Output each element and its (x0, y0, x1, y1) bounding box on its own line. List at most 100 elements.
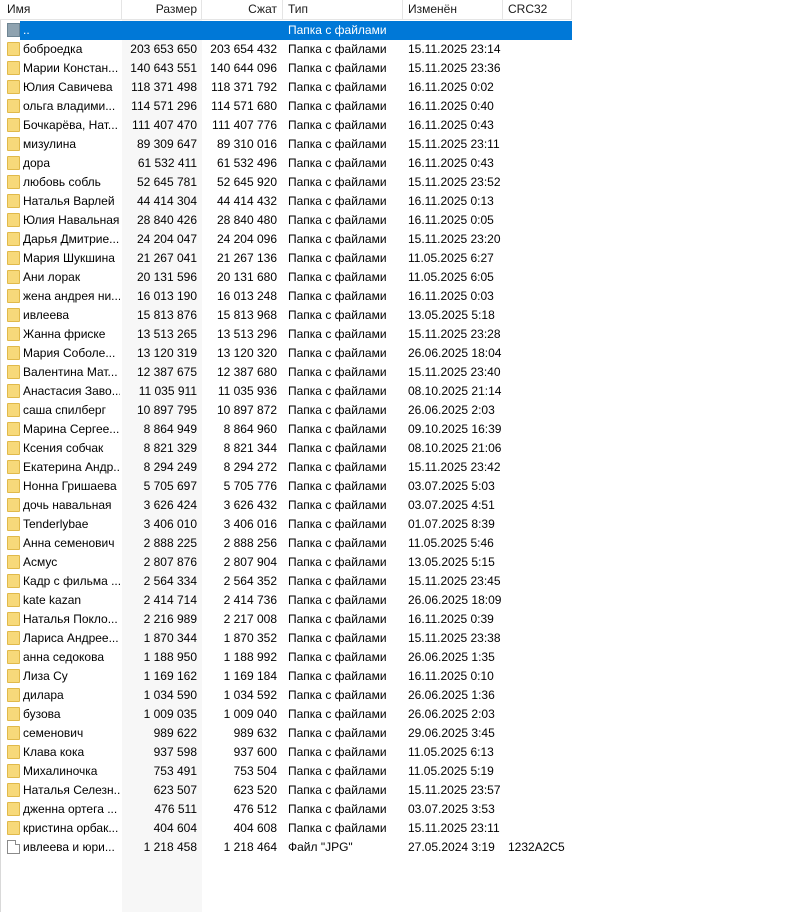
file-row[interactable]: Анна семенович 2 888 225 2 888 256 Папка с … (0, 534, 791, 553)
file-compressed-size: 1 034 592 (223, 688, 277, 702)
file-row[interactable]: любовь собль 52 645 781 52 645 920 Папка с … (0, 173, 791, 192)
file-row[interactable]: Наталья Покло... 2 216 989 2 217 008 Папка … (0, 610, 791, 629)
folder-icon (7, 802, 20, 816)
file-row[interactable]: Марина Сергее... 8 864 949 8 864 960 Папка … (0, 420, 791, 439)
folder-icon (7, 821, 20, 835)
file-modified: 16.11.2025 0:43 (408, 156, 494, 170)
file-row[interactable]: Юлия Навальная 28 840 426 28 840 480 Папка … (0, 211, 791, 230)
file-type: Папка с файлами (288, 118, 387, 132)
file-type: Папка с файлами (288, 498, 387, 512)
file-modified: 15.11.2025 23:20 (408, 232, 501, 246)
file-row[interactable]: Кадр с фильма ... 2 564 334 2 564 352 Папка… (0, 572, 791, 591)
file-row[interactable]: дженна ортега ... 476 511 476 512 Папка с ф… (0, 800, 791, 819)
file-compressed-size: 89 310 016 (216, 137, 277, 151)
column-divider[interactable] (502, 0, 503, 19)
file-modified: 26.06.2025 2:03 (408, 707, 495, 721)
file-size: 13 513 265 (136, 327, 197, 341)
file-name: Жанна фриске (23, 327, 106, 341)
file-row[interactable]: боброедка 203 653 650 203 654 432 Папка с ф… (0, 40, 791, 59)
file-crc (508, 97, 572, 116)
file-row[interactable]: Лиза Су 1 169 162 1 169 184 Папка с файлами… (0, 667, 791, 686)
file-row[interactable]: Мария Шукшина 21 267 041 21 267 136 Папка с… (0, 249, 791, 268)
parent-folder-row[interactable]: .. Папка с файлами (0, 21, 791, 40)
file-row[interactable]: бузова 1 009 035 1 009 040 Папка с файлами 2… (0, 705, 791, 724)
file-type: Папка с файлами (288, 631, 387, 645)
file-row[interactable]: Наталья Варлей 44 414 304 44 414 432 Папка … (0, 192, 791, 211)
file-row[interactable]: Анастасия Заво... 11 035 911 11 035 936 Пап… (0, 382, 791, 401)
file-row[interactable]: Клава кока 937 598 937 600 Папка с файлами 1… (0, 743, 791, 762)
file-row[interactable]: Марии Констан... 140 643 551 140 644 096 Па… (0, 59, 791, 78)
file-row[interactable]: саша спилберг 10 897 795 10 897 872 Папка с… (0, 401, 791, 420)
column-header-type[interactable]: Тип (288, 0, 400, 19)
file-row[interactable]: ольга владими... 114 571 296 114 571 680 Па… (0, 97, 791, 116)
file-modified: 16.11.2025 0:10 (408, 669, 494, 683)
file-row[interactable]: мизулина 89 309 647 89 310 016 Папка с файл… (0, 135, 791, 154)
file-modified: 26.06.2025 1:36 (408, 688, 495, 702)
file-crc (508, 135, 572, 154)
folder-icon (7, 42, 20, 56)
folder-icon (7, 61, 20, 75)
file-modified: 16.11.2025 0:13 (408, 194, 494, 208)
file-name: Асмус (23, 555, 58, 569)
file-row[interactable]: дора 61 532 411 61 532 496 Папка с файлами 1… (0, 154, 791, 173)
file-name: бузова (23, 707, 61, 721)
file-row[interactable]: Дарья Дмитрие... 24 204 047 24 204 096 Папк… (0, 230, 791, 249)
file-row[interactable]: Мария Соболе... 13 120 319 13 120 320 Папка… (0, 344, 791, 363)
file-row[interactable]: ивлеева 15 813 876 15 813 968 Папка с файла… (0, 306, 791, 325)
file-type: Папка с файлами (288, 574, 387, 588)
file-row[interactable]: жена андрея ни... 16 013 190 16 013 248 Пап… (0, 287, 791, 306)
file-row[interactable]: Ани лорак 20 131 596 20 131 680 Папка с фай… (0, 268, 791, 287)
file-row[interactable]: Лариса Андрее... 1 870 344 1 870 352 Папка … (0, 629, 791, 648)
file-row[interactable]: Нонна Гришаева 5 705 697 5 705 776 Папка с … (0, 477, 791, 496)
column-divider[interactable] (282, 0, 283, 19)
file-crc (508, 78, 572, 97)
column-divider[interactable] (402, 0, 403, 19)
column-divider[interactable] (571, 0, 572, 19)
file-name: Клава кока (23, 745, 85, 759)
file-size: 3 406 010 (143, 517, 197, 531)
file-crc (508, 439, 572, 458)
column-header-compressed[interactable]: Сжат (202, 0, 277, 19)
file-row[interactable]: ивлеева и юри... 1 218 458 1 218 464 Файл "… (0, 838, 791, 857)
file-row[interactable]: Екатерина Андр... 8 294 249 8 294 272 Папка… (0, 458, 791, 477)
file-size: 10 897 795 (136, 403, 197, 417)
file-size: 13 120 319 (136, 346, 197, 360)
file-type: Папка с файлами (288, 270, 387, 284)
file-modified: 08.10.2025 21:06 (408, 441, 502, 455)
file-name: Наталья Селезн... (23, 783, 120, 797)
file-type: Папка с файлами (288, 80, 387, 94)
file-row[interactable]: Бочкарёва, Нат... 111 407 470 111 407 776 П… (0, 116, 791, 135)
file-crc (508, 591, 572, 610)
file-name: дочь навальная (23, 498, 112, 512)
file-name: Мария Шукшина (23, 251, 115, 265)
file-crc (508, 344, 572, 363)
folder-icon (7, 384, 20, 398)
file-row[interactable]: Жанна фриске 13 513 265 13 513 296 Папка с … (0, 325, 791, 344)
file-row[interactable]: анна седокова 1 188 950 1 188 992 Папка с ф… (0, 648, 791, 667)
folder-icon (7, 80, 20, 94)
file-row[interactable]: Асмус 2 807 876 2 807 904 Папка с файлами 13… (0, 553, 791, 572)
folder-icon (7, 783, 20, 797)
file-row[interactable]: кристина орбак... 404 604 404 608 Папка с ф… (0, 819, 791, 838)
file-name: дженна ортега ... (23, 802, 118, 816)
file-row[interactable]: семенович 989 622 989 632 Папка с файлами 29… (0, 724, 791, 743)
file-row[interactable]: дочь навальная 3 626 424 3 626 432 Папка с … (0, 496, 791, 515)
file-row[interactable]: Михалиночка 753 491 753 504 Папка с файлами… (0, 762, 791, 781)
file-row[interactable]: дилара 1 034 590 1 034 592 Папка с файлами 2… (0, 686, 791, 705)
file-row[interactable]: kate kazan 2 414 714 2 414 736 Папка с файл… (0, 591, 791, 610)
file-size: 203 653 650 (130, 42, 197, 56)
file-row[interactable]: Tenderlybae 3 406 010 3 406 016 Папка с фай… (0, 515, 791, 534)
column-header-size[interactable]: Размер (122, 0, 197, 19)
file-row[interactable]: Наталья Селезн... 623 507 623 520 Папка с ф… (0, 781, 791, 800)
file-name: ивлеева (23, 308, 70, 322)
folder-icon (7, 156, 20, 170)
file-size: 24 204 047 (136, 232, 197, 246)
file-size: 12 387 675 (136, 365, 197, 379)
column-header-name[interactable]: Имя (7, 0, 120, 19)
file-size: 1 034 590 (143, 688, 197, 702)
file-row[interactable]: Юлия Савичева 118 371 498 118 371 792 Папка… (0, 78, 791, 97)
file-row[interactable]: Ксения собчак 8 821 329 8 821 344 Папка с ф… (0, 439, 791, 458)
column-header-crc[interactable]: CRC32 (508, 0, 570, 19)
file-row[interactable]: Валентина Мат... 12 387 675 12 387 680 Папк… (0, 363, 791, 382)
column-header-modified[interactable]: Изменён (408, 0, 502, 19)
